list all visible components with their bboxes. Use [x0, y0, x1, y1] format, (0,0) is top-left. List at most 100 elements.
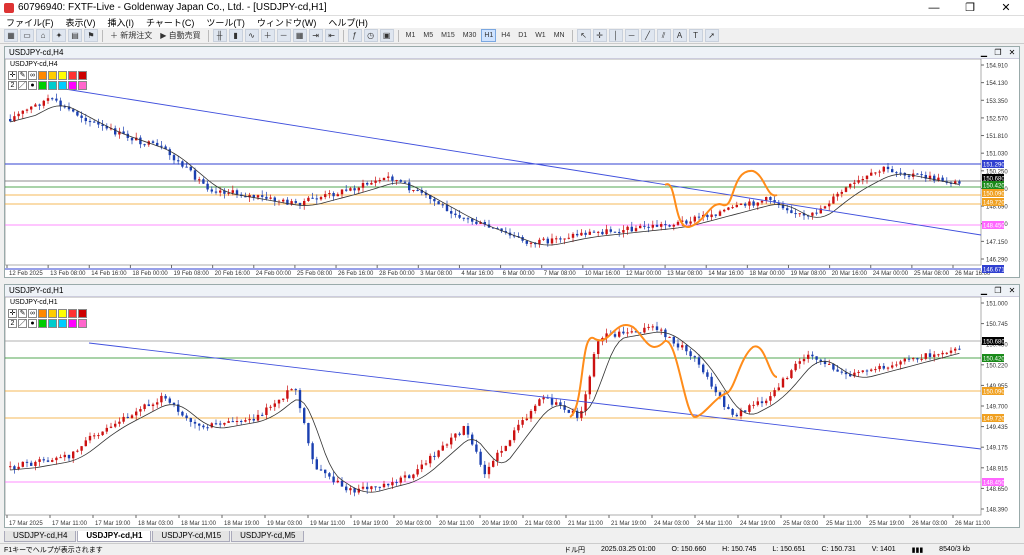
palette-swatch[interactable]	[58, 319, 67, 328]
cursor-icon[interactable]: ↖	[576, 29, 591, 42]
pen-tool-icon[interactable]: ✎	[18, 309, 27, 318]
horizontal-line-icon[interactable]: ─	[624, 29, 639, 42]
price-tag-label: 150.420	[983, 184, 1005, 190]
new-chart-icon[interactable]: ▦	[4, 29, 18, 42]
palette-swatch[interactable]	[68, 71, 77, 80]
channel-icon[interactable]: ⫽	[656, 29, 671, 42]
profiles-icon[interactable]: ▭	[20, 29, 34, 42]
timeframe-d1[interactable]: D1	[515, 29, 530, 42]
menu-tools[interactable]: ツール(T)	[200, 16, 251, 29]
menu-charts[interactable]: チャート(C)	[140, 16, 200, 29]
candle-body	[949, 350, 953, 353]
y-tick-label: 152.570	[986, 116, 1008, 122]
chart-shift-icon[interactable]: ⇥	[308, 29, 323, 42]
minimize-button[interactable]: —	[916, 0, 952, 16]
candlestick-icon[interactable]: ▮	[228, 29, 243, 42]
dot-tool-icon[interactable]: ●	[28, 319, 37, 328]
terminal-icon[interactable]: ▤	[68, 29, 82, 42]
zoom-in-icon[interactable]: ＋	[260, 29, 275, 42]
timeframe-m1[interactable]: M1	[403, 29, 419, 42]
palette-swatch[interactable]	[48, 71, 57, 80]
dot-tool-icon[interactable]: ●	[28, 81, 37, 90]
tab-usdjpy-h1[interactable]: USDJPY-cd,H1	[77, 531, 152, 542]
palette-swatch[interactable]	[38, 81, 47, 90]
price-chart-h1[interactable]: 151.000150.745150.480150.220149.955149.7…	[5, 297, 1019, 527]
tab-usdjpy-h4[interactable]: USDJPY-cd,H4	[4, 531, 77, 542]
candle-body	[626, 226, 629, 231]
minimize-icon[interactable]: ▁	[977, 286, 991, 295]
minimize-icon[interactable]: ▁	[977, 48, 991, 57]
timeframe-h4[interactable]: H4	[498, 29, 513, 42]
palette-swatch[interactable]	[58, 71, 67, 80]
tab-usdjpy-m5[interactable]: USDJPY-cd,M5	[231, 531, 305, 542]
timeframe-mn[interactable]: MN	[551, 29, 568, 42]
timeframe-w1[interactable]: W1	[532, 29, 549, 42]
close-icon[interactable]: ✕	[1005, 48, 1019, 57]
palette-swatch[interactable]	[48, 81, 57, 90]
palette-swatch[interactable]	[58, 81, 67, 90]
palette-swatch[interactable]	[38, 309, 47, 318]
palette-swatch[interactable]	[38, 319, 47, 328]
restore-icon[interactable]: ❐	[991, 286, 1005, 295]
templates-icon[interactable]: ▣	[379, 29, 394, 42]
restore-icon[interactable]: ❐	[991, 48, 1005, 57]
text-icon[interactable]: A	[672, 29, 687, 42]
chart-area-h1[interactable]: USDJPY-cd,H1 ✛ ✎ ∞ 2 ／ ● 151.000 150.745…	[5, 297, 1019, 527]
palette-swatch[interactable]	[78, 81, 87, 90]
menu-insert[interactable]: 挿入(I)	[102, 16, 141, 29]
palette-swatch[interactable]	[78, 319, 87, 328]
crosshair-tool-icon[interactable]: ✛	[8, 71, 17, 80]
menu-help[interactable]: ヘルプ(H)	[322, 16, 374, 29]
indicators-icon[interactable]: ƒ	[347, 29, 362, 42]
timeframe-m5[interactable]: M5	[420, 29, 436, 42]
candle-body	[412, 189, 415, 191]
palette-swatch[interactable]	[68, 309, 77, 318]
bar-chart-icon[interactable]: ╫	[212, 29, 227, 42]
timeframe-h1[interactable]: H1	[481, 29, 497, 42]
crosshair-tool-icon[interactable]: ✛	[8, 309, 17, 318]
tester-icon[interactable]: ⚑	[84, 29, 98, 42]
palette-swatch[interactable]	[68, 81, 77, 90]
candle-body	[672, 224, 675, 227]
tile-windows-icon[interactable]: ▦	[292, 29, 307, 42]
line-chart-icon[interactable]: ∿	[244, 29, 259, 42]
link-tool-icon[interactable]: ∞	[28, 309, 37, 318]
zoom-out-icon[interactable]: －	[276, 29, 291, 42]
price-chart-h4[interactable]: 154.910 154.130 153.350 152.570 151.810 151.0…	[5, 59, 1019, 277]
pen-tool-icon[interactable]: ✎	[18, 71, 27, 80]
new-order-button[interactable]: ＋ 新規注文	[107, 29, 155, 42]
navigator-icon[interactable]: ✦	[52, 29, 66, 42]
chart-window-h4[interactable]: USDJPY-cd,H4 ▁ ❐ ✕ USDJPY-cd,H4 ✛ ✎ ∞ 2 …	[4, 46, 1020, 278]
menu-view[interactable]: 表示(V)	[60, 16, 102, 29]
chart-window-h1[interactable]: USDJPY-cd,H1 ▁ ❐ ✕ USDJPY-cd,H1 ✛ ✎ ∞ 2 …	[4, 284, 1020, 528]
timeframe-m15[interactable]: M15	[438, 29, 458, 42]
palette-swatch[interactable]	[58, 309, 67, 318]
candle-body	[231, 190, 234, 193]
palette-swatch[interactable]	[68, 319, 77, 328]
auto-trading-button[interactable]: ▶ 自動売買	[157, 29, 203, 42]
close-button[interactable]: ✕	[988, 0, 1024, 16]
market-watch-icon[interactable]: ⌂	[36, 29, 50, 42]
palette-swatch[interactable]	[48, 319, 57, 328]
palette-swatch[interactable]	[48, 309, 57, 318]
chart-area-h4[interactable]: USDJPY-cd,H4 ✛ ✎ ∞ 2 ／ ● 154.910 154.130…	[5, 59, 1019, 277]
arrows-icon[interactable]: ➚	[704, 29, 719, 42]
menu-window[interactable]: ウィンドウ(W)	[251, 16, 323, 29]
line-tool-icon[interactable]: ／	[18, 81, 27, 90]
trendline-icon[interactable]: ╱	[640, 29, 655, 42]
line-tool-icon[interactable]: ／	[18, 319, 27, 328]
menu-file[interactable]: ファイル(F)	[0, 16, 60, 29]
palette-swatch[interactable]	[78, 71, 87, 80]
link-tool-icon[interactable]: ∞	[28, 71, 37, 80]
palette-swatch[interactable]	[78, 309, 87, 318]
tab-usdjpy-m15[interactable]: USDJPY-cd,M15	[152, 531, 231, 542]
auto-scroll-icon[interactable]: ⇤	[324, 29, 339, 42]
label-icon[interactable]: T	[688, 29, 703, 42]
close-icon[interactable]: ✕	[1005, 286, 1019, 295]
maximize-button[interactable]: ❐	[952, 0, 988, 16]
palette-swatch[interactable]	[38, 71, 47, 80]
periods-icon[interactable]: ◷	[363, 29, 378, 42]
vertical-line-icon[interactable]: │	[608, 29, 623, 42]
crosshair-icon[interactable]: ✛	[592, 29, 607, 42]
timeframe-m30[interactable]: M30	[460, 29, 480, 42]
